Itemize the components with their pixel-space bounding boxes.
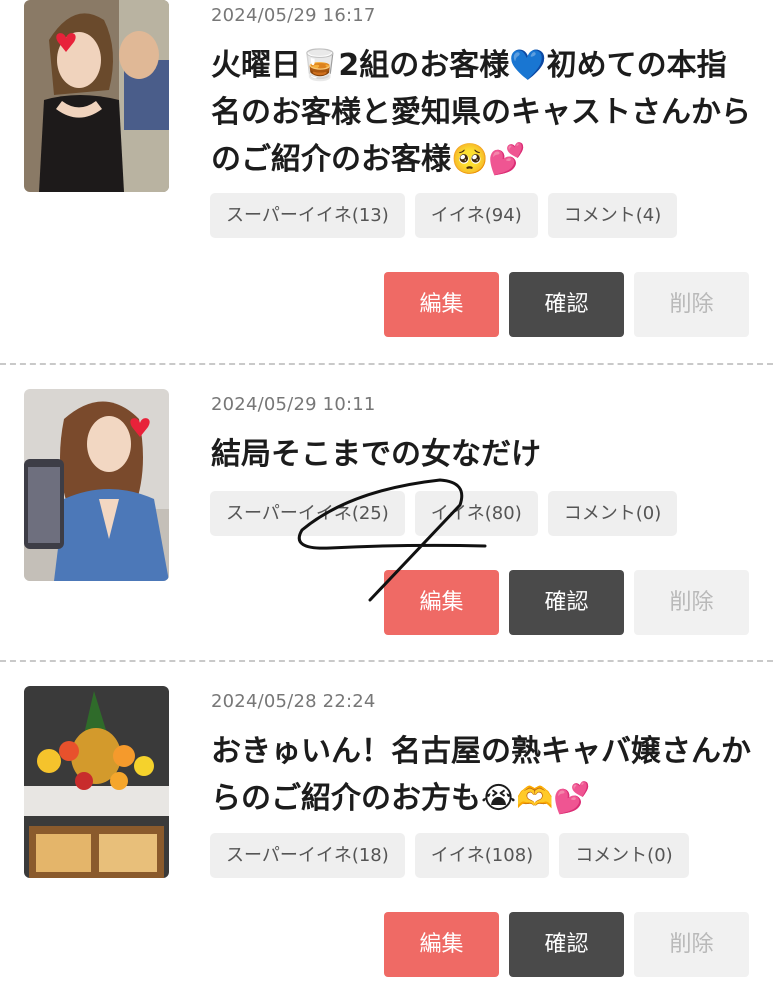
delete-button[interactable]: 削除 xyxy=(634,272,749,337)
reaction-stats: スーパーイイネ(13) イイネ(94) コメント(4) xyxy=(210,193,678,238)
post-item: 2024/05/29 16:17 火曜日🥃2組のお客様💙初めての本指名のお客様と… xyxy=(0,0,773,360)
confirm-button[interactable]: 確認 xyxy=(509,570,624,635)
post-title[interactable]: おきゅいん！名古屋の熟キャバ嬢さんからのご紹介のお方も😭🫶💕 xyxy=(211,728,756,822)
reaction-stats: スーパーイイネ(18) イイネ(108) コメント(0) xyxy=(210,833,689,878)
post-photo-image xyxy=(24,686,169,878)
post-title[interactable]: 火曜日🥃2組のお客様💙初めての本指名のお客様と愛知県のキャストさんからのご紹介の… xyxy=(211,42,756,183)
confirm-button[interactable]: 確認 xyxy=(509,272,624,337)
comment-count[interactable]: コメント(0) xyxy=(559,833,689,878)
edit-button[interactable]: 編集 xyxy=(384,912,499,977)
reaction-stats: スーパーイイネ(25) イイネ(80) コメント(0) xyxy=(210,491,678,536)
post-actions: 編集 確認 削除 xyxy=(384,570,749,635)
edit-button[interactable]: 編集 xyxy=(384,570,499,635)
post-date: 2024/05/29 16:17 xyxy=(211,5,376,26)
comment-count[interactable]: コメント(0) xyxy=(547,491,678,536)
post-divider xyxy=(0,660,773,662)
super-like-count[interactable]: スーパーイイネ(25) xyxy=(210,491,405,536)
delete-button[interactable]: 削除 xyxy=(634,912,749,977)
post-thumbnail[interactable] xyxy=(24,0,169,192)
post-thumbnail[interactable] xyxy=(24,389,169,581)
post-thumbnail[interactable] xyxy=(24,686,169,878)
super-like-count[interactable]: スーパーイイネ(13) xyxy=(210,193,405,238)
post-actions: 編集 確認 削除 xyxy=(384,272,749,337)
post-date: 2024/05/28 22:24 xyxy=(211,691,376,712)
edit-button[interactable]: 編集 xyxy=(384,272,499,337)
confirm-button[interactable]: 確認 xyxy=(509,912,624,977)
post-actions: 編集 確認 削除 xyxy=(384,912,749,977)
super-like-count[interactable]: スーパーイイネ(18) xyxy=(210,833,405,878)
like-count[interactable]: イイネ(94) xyxy=(414,193,538,238)
post-item: 2024/05/28 22:24 おきゅいん！名古屋の熟キャバ嬢さんからのご紹介… xyxy=(0,686,773,1000)
post-title[interactable]: 結局そこまでの女なだけ xyxy=(211,431,756,478)
like-count[interactable]: イイネ(108) xyxy=(414,833,550,878)
post-photo-image xyxy=(24,389,169,581)
post-date: 2024/05/29 10:11 xyxy=(211,394,376,415)
delete-button[interactable]: 削除 xyxy=(634,570,749,635)
like-count[interactable]: イイネ(80) xyxy=(414,491,538,536)
post-photo-image xyxy=(24,0,169,192)
comment-count[interactable]: コメント(4) xyxy=(547,193,678,238)
post-item: 2024/05/29 10:11 結局そこまでの女なだけ スーパーイイネ(25)… xyxy=(0,389,773,659)
post-divider xyxy=(0,363,773,365)
